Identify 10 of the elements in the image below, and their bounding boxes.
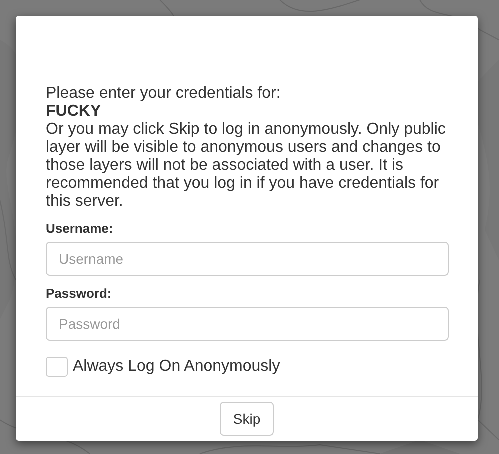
field-label: Username: <box>46 221 114 236</box>
input-field[interactable]: Password <box>46 307 449 341</box>
intro-text: Please enter your credentials for: <box>46 85 282 103</box>
input-field[interactable]: Username <box>46 242 449 276</box>
server-name: FUCKY <box>46 103 102 121</box>
checkbox[interactable] <box>46 357 68 377</box>
field-label: Password: <box>46 286 112 301</box>
checkbox-label: Always Log On Anonymously <box>73 358 280 376</box>
message-text: Or you may click Skip to log in anonymously. Only public layer will be visible to anonymous users and changes to those layers will not be associated with a user. It is recommended that you log in if you have credentials for this server. <box>46 121 447 211</box>
skip-button[interactable]: Skip <box>220 402 274 436</box>
